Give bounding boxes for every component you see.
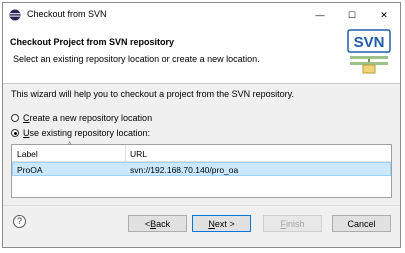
table-row[interactable]: ProOA svn://192.168.70.140/pro_oa (12, 162, 391, 176)
column-header-label[interactable]: Label (17, 149, 38, 159)
maximize-button[interactable]: ☐ (336, 3, 368, 27)
row-url-cell: svn://192.168.70.140/pro_oa (130, 165, 239, 175)
help-icon[interactable]: ? (13, 215, 26, 228)
close-button[interactable]: ✕ (368, 3, 400, 27)
create-new-location-option[interactable]: Create a new repository location (11, 113, 152, 123)
repository-table[interactable]: Label ^ URL ProOA svn://192.168.70.140/p… (11, 142, 392, 198)
create-new-location-label: Create a new repository location (23, 113, 153, 123)
svn-logo-icon: SVN (347, 29, 391, 74)
column-separator[interactable] (125, 145, 126, 161)
checkout-dialog: Checkout from SVN — ☐ ✕ Checkout Project… (2, 2, 401, 248)
sort-caret-icon: ^ (68, 142, 72, 149)
use-existing-location-option[interactable]: Use existing repository location: (11, 128, 150, 138)
title-bar: Checkout from SVN — ☐ ✕ (3, 3, 400, 27)
finish-button[interactable]: Finish (263, 215, 322, 232)
cancel-button[interactable]: Cancel (332, 215, 391, 232)
window-title: Checkout from SVN (27, 9, 107, 19)
back-button[interactable]: < Back (128, 215, 187, 232)
footer-divider (3, 205, 400, 206)
row-label-cell: ProOA (17, 165, 43, 175)
eclipse-icon (9, 9, 21, 21)
wizard-header: Checkout Project from SVN repository Sel… (3, 27, 400, 84)
next-button[interactable]: Next > (192, 215, 251, 232)
use-existing-location-radio[interactable] (11, 129, 19, 137)
page-description: Select an existing repository location o… (13, 54, 260, 64)
table-header: Label ^ URL (12, 142, 391, 162)
use-existing-location-label: Use existing repository location: (23, 128, 151, 138)
minimize-button[interactable]: — (304, 3, 336, 27)
wizard-intro-text: This wizard will help you to checkout a … (11, 89, 294, 99)
page-title: Checkout Project from SVN repository (10, 37, 175, 47)
column-header-url[interactable]: URL (130, 149, 147, 159)
create-new-location-radio[interactable] (11, 114, 19, 122)
svn-logo-text: SVN (354, 34, 385, 51)
